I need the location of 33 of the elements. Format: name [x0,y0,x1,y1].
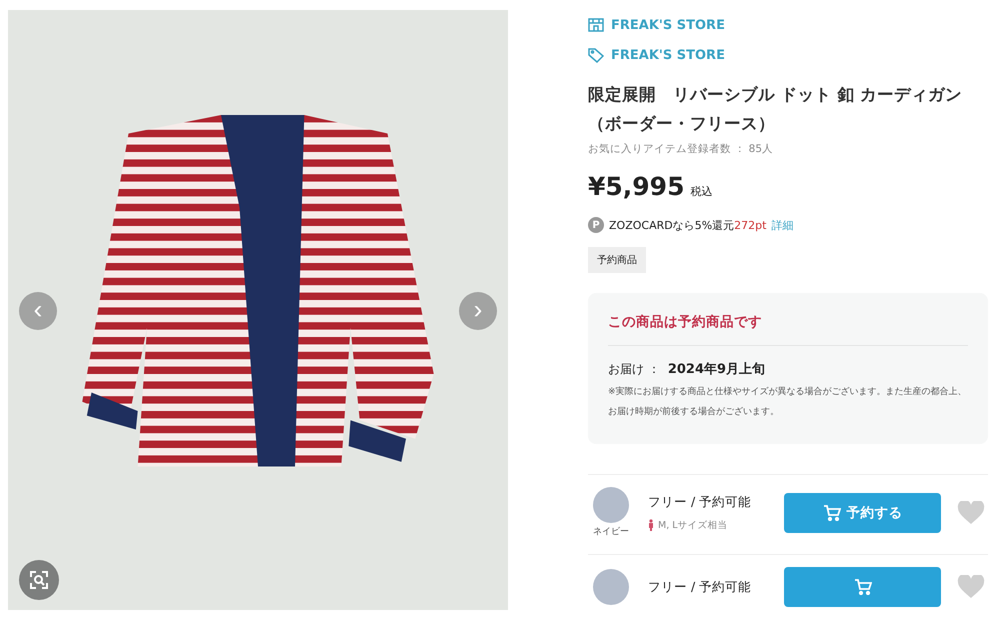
search-icon [29,570,49,590]
price: ¥5,995 [588,172,684,201]
favorites-count: お気に入りアイテム登録者数 ： 85人 [588,142,774,156]
brand-link[interactable]: FREAK'S STORE [588,40,988,70]
delivery-label: お届け ： [608,361,660,378]
store-icon [588,17,604,33]
color-thumbnail[interactable] [593,569,629,605]
color-thumbnail[interactable] [593,487,629,523]
preorder-note: ※実際にお届けする商品と仕様やサイズが異なる場合がございます。また生産の都合上、お届け時期が前後する場合がございます。 [608,386,968,419]
size-status: フリー / 予約可能 [648,578,752,596]
next-image-button[interactable]: › [459,292,497,330]
person-icon [648,519,654,531]
preorder-tag: 予約商品 [588,247,646,273]
product-title: 限定展開 リバーシブル ドット 釦 カーディガン（ボーダー・フリース） [588,84,964,135]
cart-icon [854,579,872,595]
fit-note: M, Lサイズ相当 [658,518,728,532]
color-name: ネイビー [593,526,629,538]
reserve-button[interactable]: 予約する [784,492,941,532]
size-status: フリー / 予約可能 [648,494,752,510]
reserve-button[interactable] [784,567,941,607]
delivery-date: 2024年9月上旬 [668,361,766,378]
details-link[interactable]: 詳細 [771,218,794,232]
cart-icon [822,504,840,520]
previous-image-button[interactable]: ‹ [19,292,57,330]
heart-icon[interactable] [957,575,985,599]
points-text: ZOZOCARDなら5%還元272pt [609,218,766,232]
points-badge: P [588,217,604,233]
preorder-heading: この商品は予約商品です [608,313,968,346]
brand-link[interactable]: FREAK'S STORE [588,10,988,40]
tax-label: 税込 [690,184,712,199]
zoom-button[interactable] [19,560,59,600]
heart-icon[interactable] [957,500,985,524]
tag-icon [588,47,604,63]
